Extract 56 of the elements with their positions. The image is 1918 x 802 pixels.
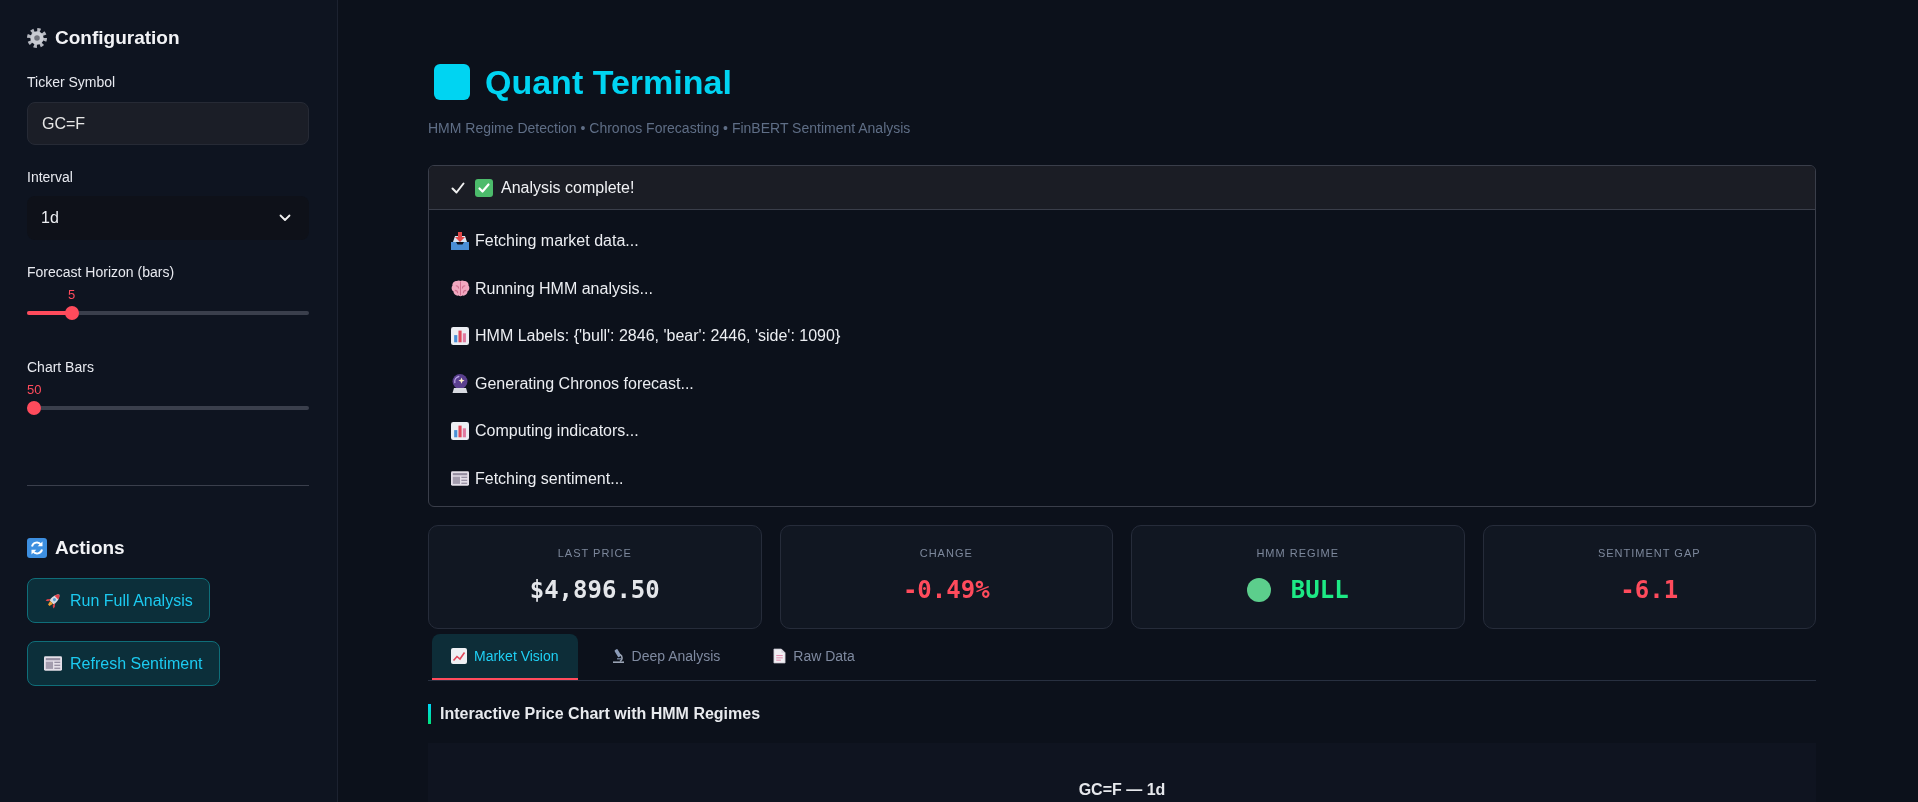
line-chart-icon [451, 648, 467, 664]
field-label: Interval [27, 168, 73, 187]
microscope-icon [611, 648, 625, 664]
log-line: HMM Labels: {'bull': 2846, 'bear': 2446, 'side': 1090} [475, 326, 841, 346]
dot-icon [1246, 578, 1271, 602]
settings-icon [27, 28, 47, 48]
ticker-input-field[interactable]: GC=F [27, 102, 309, 145]
interval-dropdown[interactable]: 1d [27, 196, 309, 240]
checkbox-check-icon [475, 178, 493, 197]
metric-label: HMM REGIME [1256, 546, 1340, 560]
check-icon [451, 181, 465, 194]
log-line: Generating Chronos forecast... [475, 373, 694, 394]
chevron-down-icon [279, 214, 291, 222]
metric-value: BULL [1290, 575, 1349, 606]
newspaper-icon [451, 471, 469, 486]
slider-track[interactable] [27, 401, 309, 415]
status-header[interactable]: Analysis complete! [429, 166, 1815, 210]
metric-label: LAST PRICE [557, 546, 632, 560]
action-button[interactable]: Run Full Analysis [27, 578, 210, 623]
tab[interactable]: Market Vision [432, 634, 578, 680]
metric-label: CHANGE [919, 546, 973, 560]
chart-title: GC=F — 1d [1078, 781, 1166, 799]
log-line: Fetching market data... [475, 231, 639, 251]
slider-track[interactable] [27, 306, 309, 320]
document-icon [773, 648, 787, 664]
status-text: Analysis complete! [501, 177, 635, 198]
log-line: Computing indicators... [475, 421, 639, 441]
slider-thumb[interactable] [27, 401, 41, 415]
app-subtitle: HMM Regime Detection • Chronos Forecasting • FinBERT Sentiment Analysis [428, 119, 911, 138]
logo-square-icon [434, 64, 470, 100]
sidebar-heading: Actions [55, 536, 125, 560]
metric-value: -0.49% [902, 575, 990, 606]
metric-value: -6.1 [1620, 575, 1679, 606]
slider-label: Forecast Horizon (bars) [27, 263, 175, 282]
metric-value: $4,896.50 [529, 575, 660, 606]
app-title: Quant Terminal [485, 62, 732, 102]
crystal-ball-icon [452, 374, 468, 393]
brain-icon [450, 280, 470, 297]
tab[interactable]: Deep Analysis [592, 634, 740, 680]
refresh-icon [27, 538, 47, 558]
sidebar-heading: Configuration [55, 26, 180, 50]
newspaper-icon [44, 656, 62, 671]
section-heading: Interactive Price Chart with HMM Regimes [428, 704, 761, 724]
inbox-tray-icon [451, 232, 469, 250]
field-label: Ticker Symbol [27, 73, 116, 92]
log-line: Fetching sentiment... [475, 468, 624, 489]
tab[interactable]: Raw Data [754, 634, 874, 680]
slider-label: Chart Bars [27, 358, 94, 377]
slider-value: 5 [67, 287, 76, 303]
bar-chart-icon [451, 422, 469, 440]
metric-label: SENTIMENT GAP [1597, 546, 1701, 560]
slider-value: 50 [27, 382, 42, 398]
slider-thumb[interactable] [64, 306, 79, 320]
bar-chart-icon [451, 327, 469, 345]
log-line: Running HMM analysis... [475, 278, 653, 299]
action-button[interactable]: Refresh Sentiment [27, 641, 220, 686]
